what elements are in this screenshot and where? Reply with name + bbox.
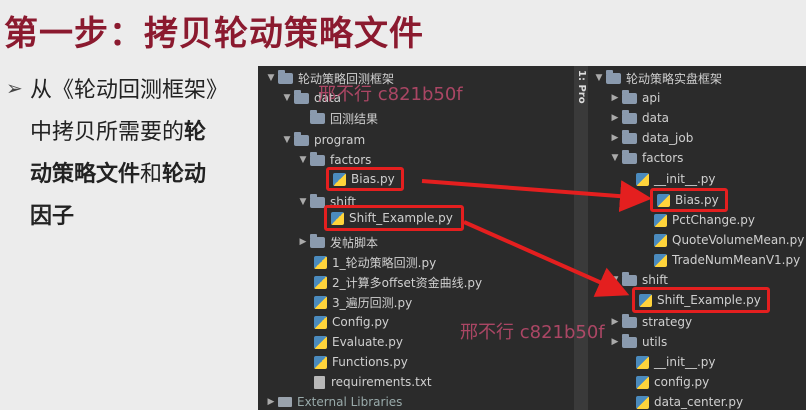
- arrow-bias: [421, 179, 652, 213]
- watermark: 邢不行 c821b50f: [318, 84, 463, 105]
- arrow-shift-example: [463, 220, 630, 297]
- watermark: 邢不行 c821b50f: [460, 322, 605, 343]
- copy-arrows: [421, 179, 652, 297]
